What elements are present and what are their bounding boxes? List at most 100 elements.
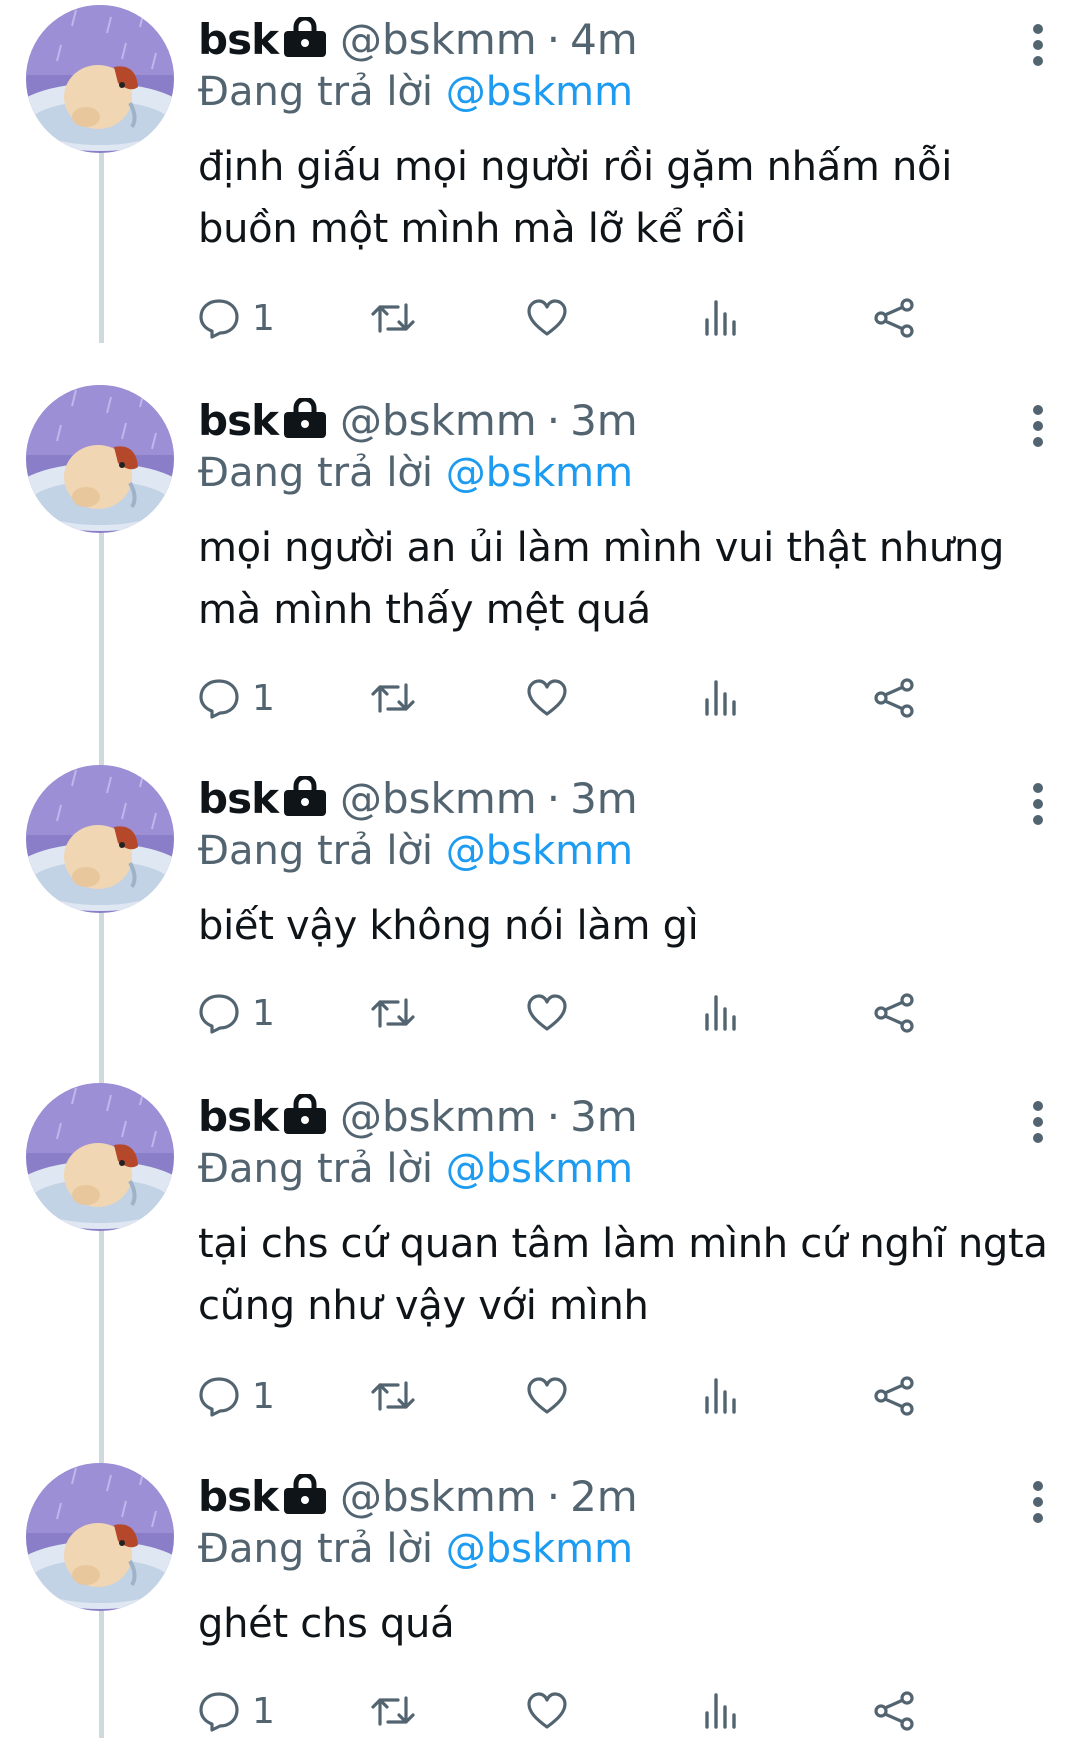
tweet-content: bsk @bskmm · 4m Đang trả lời @bskmm định… — [198, 14, 1053, 260]
replying-to: Đang trả lời @bskmm — [198, 447, 1053, 499]
display-name[interactable]: bsk — [198, 14, 279, 66]
tweet[interactable]: bsk @bskmm · 3m Đang trả lời @bskmm biết… — [0, 765, 1080, 1083]
like-button[interactable] — [526, 288, 568, 348]
like-button[interactable] — [526, 983, 568, 1043]
views-button[interactable] — [703, 668, 739, 728]
reply-count: 1 — [252, 992, 275, 1034]
replying-to-handle[interactable]: @bskmm — [446, 1526, 633, 1572]
replying-to: Đang trả lời @bskmm — [198, 1143, 1053, 1195]
avatar[interactable] — [26, 5, 174, 153]
replying-to: Đang trả lời @bskmm — [198, 1523, 1053, 1575]
separator-dot: · — [546, 1092, 561, 1141]
reply-button[interactable]: 1 — [198, 668, 275, 728]
replying-to-label: Đang trả lời — [198, 69, 434, 115]
retweet-button[interactable] — [370, 668, 416, 728]
share-button[interactable] — [873, 288, 915, 348]
tweet-header: bsk @bskmm · 3m — [198, 1091, 1053, 1143]
share-button[interactable] — [873, 668, 915, 728]
tweet-actions: 1 — [198, 288, 1028, 348]
avatar-image — [26, 765, 174, 913]
display-name[interactable]: bsk — [198, 773, 279, 825]
tweet-content: bsk @bskmm · 3m Đang trả lời @bskmm tại … — [198, 1091, 1053, 1337]
reply-bubble-icon — [199, 1692, 239, 1732]
thread-connector-line — [99, 1219, 104, 1463]
handle[interactable]: @bskmm — [340, 1471, 537, 1523]
replying-to: Đang trả lời @bskmm — [198, 66, 1053, 118]
share-icon — [874, 1691, 914, 1731]
handle[interactable]: @bskmm — [340, 14, 537, 66]
views-button[interactable] — [703, 983, 739, 1043]
handle[interactable]: @bskmm — [340, 773, 537, 825]
views-button[interactable] — [703, 1366, 739, 1426]
more-vertical-icon[interactable] — [1023, 22, 1053, 68]
avatar[interactable] — [26, 765, 174, 913]
thread-connector-line — [99, 901, 104, 1083]
replying-to-handle[interactable]: @bskmm — [446, 450, 633, 496]
tweet[interactable]: bsk @bskmm · 4m Đang trả lời @bskmm định… — [0, 0, 1080, 343]
tweet[interactable]: bsk @bskmm · 3m Đang trả lời @bskmm tại … — [0, 1083, 1080, 1463]
views-bar-icon — [705, 995, 736, 1031]
tweet-text: mọi người an ủi làm mình vui thật nhưng … — [198, 525, 1005, 633]
views-bar-icon — [705, 1378, 736, 1414]
thread-connector-line — [99, 521, 104, 765]
retweet-button[interactable] — [370, 983, 416, 1043]
replying-to-handle[interactable]: @bskmm — [446, 1146, 633, 1192]
timestamp[interactable]: 2m — [570, 1471, 638, 1523]
timestamp[interactable]: 3m — [570, 1091, 638, 1143]
tweet-actions: 1 — [198, 668, 1028, 728]
reply-count: 1 — [252, 1375, 275, 1417]
like-button[interactable] — [526, 1681, 568, 1738]
share-icon — [874, 1376, 914, 1416]
tweet-header: bsk @bskmm · 3m — [198, 773, 1053, 825]
lock-icon — [284, 17, 326, 57]
heart-icon — [527, 299, 567, 336]
tweet[interactable]: bsk @bskmm · 2m Đang trả lời @bskmm ghét… — [0, 1463, 1080, 1738]
more-vertical-icon[interactable] — [1023, 1479, 1053, 1525]
heart-icon — [527, 679, 567, 716]
share-button[interactable] — [873, 1366, 915, 1426]
handle[interactable]: @bskmm — [340, 395, 537, 447]
display-name[interactable]: bsk — [198, 1091, 279, 1143]
like-button[interactable] — [526, 668, 568, 728]
retweet-button[interactable] — [370, 288, 416, 348]
tweet-header: bsk @bskmm · 4m — [198, 14, 1053, 66]
avatar[interactable] — [26, 385, 174, 533]
timestamp[interactable]: 3m — [570, 395, 638, 447]
tweet-text: biết vậy không nói làm gì — [198, 903, 699, 949]
thread-connector-line — [99, 1599, 104, 1738]
reply-button[interactable]: 1 — [198, 983, 275, 1043]
retweet-button[interactable] — [370, 1681, 416, 1738]
replying-to-handle[interactable]: @bskmm — [446, 69, 633, 115]
display-name[interactable]: bsk — [198, 1471, 279, 1523]
avatar[interactable] — [26, 1083, 174, 1231]
tweet-content: bsk @bskmm · 3m Đang trả lời @bskmm mọi … — [198, 395, 1053, 641]
replying-to: Đang trả lời @bskmm — [198, 825, 1053, 877]
more-vertical-icon[interactable] — [1023, 1099, 1053, 1145]
replying-to-handle[interactable]: @bskmm — [446, 828, 633, 874]
heart-icon — [527, 1692, 567, 1729]
reply-button[interactable]: 1 — [198, 1681, 275, 1738]
share-icon — [874, 298, 914, 338]
share-button[interactable] — [873, 1681, 915, 1738]
reply-button[interactable]: 1 — [198, 288, 275, 348]
more-vertical-icon[interactable] — [1023, 403, 1053, 449]
reply-bubble-icon — [199, 299, 239, 339]
separator-dot: · — [546, 774, 561, 823]
timestamp[interactable]: 3m — [570, 773, 638, 825]
display-name[interactable]: bsk — [198, 395, 279, 447]
avatar-image — [26, 5, 174, 153]
tweet-content: bsk @bskmm · 2m Đang trả lời @bskmm ghét… — [198, 1471, 1053, 1655]
lock-icon — [284, 1474, 326, 1514]
retweet-button[interactable] — [370, 1366, 416, 1426]
more-vertical-icon[interactable] — [1023, 781, 1053, 827]
like-button[interactable] — [526, 1366, 568, 1426]
views-button[interactable] — [703, 1681, 739, 1738]
tweet[interactable]: bsk @bskmm · 3m Đang trả lời @bskmm mọi … — [0, 385, 1080, 765]
views-button[interactable] — [703, 288, 739, 348]
reply-button[interactable]: 1 — [198, 1366, 275, 1426]
timestamp[interactable]: 4m — [570, 14, 638, 66]
handle[interactable]: @bskmm — [340, 1091, 537, 1143]
replying-to-label: Đang trả lời — [198, 450, 434, 496]
avatar[interactable] — [26, 1463, 174, 1611]
share-button[interactable] — [873, 983, 915, 1043]
